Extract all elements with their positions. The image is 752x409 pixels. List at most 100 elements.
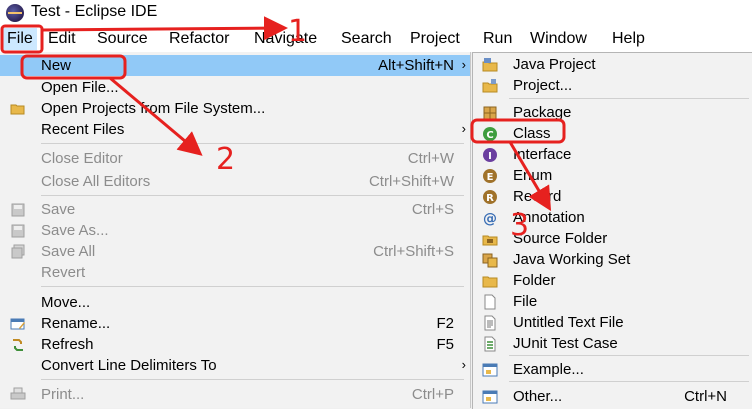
example-icon bbox=[482, 363, 498, 377]
submenu-item-class[interactable]: C Class bbox=[473, 123, 752, 144]
menu-item-save-all[interactable]: Save All Ctrl+Shift+S bbox=[0, 241, 470, 262]
annotation-step-3: 3 bbox=[510, 208, 530, 243]
menu-item-save-as[interactable]: Save As... bbox=[0, 220, 470, 241]
menu-refactor[interactable]: Refactor bbox=[169, 30, 229, 48]
menu-help[interactable]: Help bbox=[612, 30, 645, 48]
other-icon bbox=[482, 390, 498, 404]
submenu-item-other[interactable]: Other... Ctrl+N bbox=[473, 386, 752, 407]
text-file-icon bbox=[484, 315, 496, 331]
menu-edit[interactable]: Edit bbox=[48, 30, 76, 48]
print-icon bbox=[10, 387, 26, 400]
menu-item-label: Save As... bbox=[41, 222, 109, 239]
submenu-item-label: Package bbox=[513, 104, 572, 121]
menu-separator bbox=[509, 98, 749, 99]
submenu-item-interface[interactable]: I Interface bbox=[473, 144, 752, 165]
folder-icon bbox=[482, 276, 498, 288]
menu-item-open-projects[interactable]: Open Projects from File System... bbox=[0, 98, 470, 119]
menu-item-label: Open File... bbox=[41, 79, 119, 96]
menu-item-revert[interactable]: Revert bbox=[0, 262, 470, 283]
svg-text:I: I bbox=[488, 151, 492, 162]
shortcut-label: Ctrl+Shift+S bbox=[373, 243, 454, 260]
submenu-item-record[interactable]: R Record bbox=[473, 186, 752, 207]
shortcut-label: F5 bbox=[436, 336, 454, 353]
submenu-item-java-working-set[interactable]: Java Working Set bbox=[473, 249, 752, 270]
annotation-step-1: 1 bbox=[288, 14, 308, 49]
submenu-item-label: File bbox=[513, 293, 538, 310]
submenu-item-java-project[interactable]: Java Project bbox=[473, 54, 752, 75]
shortcut-label: Alt+Shift+N bbox=[378, 57, 454, 74]
submenu-item-label: Interface bbox=[513, 146, 572, 163]
file-menu: New Alt+Shift+N › Open File... Open Proj… bbox=[0, 52, 471, 408]
menu-item-convert-line-delimiters[interactable]: Convert Line Delimiters To › bbox=[0, 355, 470, 376]
window-title: Test - Eclipse IDE bbox=[31, 3, 158, 20]
svg-text:@: @ bbox=[483, 211, 497, 226]
save-all-icon bbox=[11, 244, 25, 259]
menu-item-save[interactable]: Save Ctrl+S bbox=[0, 199, 470, 220]
submenu-item-untitled-text-file[interactable]: Untitled Text File bbox=[473, 312, 752, 333]
submenu-item-project[interactable]: Project... bbox=[473, 75, 752, 96]
menu-search[interactable]: Search bbox=[341, 30, 392, 48]
menu-run[interactable]: Run bbox=[483, 30, 512, 48]
submenu-arrow-icon: › bbox=[461, 357, 466, 372]
folder-icon bbox=[10, 104, 25, 115]
shortcut-label: Ctrl+P bbox=[411, 386, 454, 403]
menu-item-print[interactable]: Print... Ctrl+P bbox=[0, 384, 470, 405]
menu-file[interactable]: File bbox=[3, 28, 37, 50]
save-icon bbox=[11, 203, 25, 217]
submenu-item-file[interactable]: File bbox=[473, 291, 752, 312]
submenu-item-label: Record bbox=[513, 188, 562, 205]
java-project-icon bbox=[482, 58, 498, 72]
submenu-item-folder[interactable]: Folder bbox=[473, 270, 752, 291]
submenu-arrow-icon: › bbox=[461, 121, 466, 136]
submenu-item-enum[interactable]: E Enum bbox=[473, 165, 752, 186]
menu-item-new[interactable]: New Alt+Shift+N › bbox=[0, 55, 470, 76]
submenu-item-label: Example... bbox=[513, 361, 584, 378]
menu-separator bbox=[41, 379, 464, 380]
menu-item-label: Refresh bbox=[41, 336, 94, 353]
menu-item-rename[interactable]: Rename... F2 bbox=[0, 313, 470, 334]
submenu-item-package[interactable]: Package bbox=[473, 102, 752, 123]
menu-item-label: Print... bbox=[41, 386, 85, 403]
shortcut-label: Ctrl+N bbox=[684, 388, 727, 405]
menu-window[interactable]: Window bbox=[530, 30, 587, 48]
menu-project[interactable]: Project bbox=[410, 30, 460, 48]
working-set-icon bbox=[482, 253, 498, 268]
menu-item-label: Save All bbox=[41, 243, 96, 260]
menu-item-open-file[interactable]: Open File... bbox=[0, 77, 470, 98]
submenu-arrow-icon: › bbox=[461, 57, 466, 72]
file-icon bbox=[484, 294, 496, 310]
shortcut-label: Ctrl+W bbox=[407, 150, 454, 167]
record-icon: R bbox=[483, 190, 497, 204]
eclipse-logo-icon bbox=[6, 4, 24, 22]
submenu-item-label: Java Project bbox=[513, 56, 596, 73]
interface-icon: I bbox=[483, 148, 497, 162]
menu-item-label: Close All Editors bbox=[41, 173, 151, 190]
source-folder-icon bbox=[482, 235, 498, 246]
menu-item-label: Revert bbox=[41, 264, 86, 281]
submenu-item-label: Untitled Text File bbox=[513, 314, 624, 331]
submenu-item-label: Other... bbox=[513, 388, 563, 405]
submenu-item-label: Folder bbox=[513, 272, 556, 289]
menu-item-label: Rename... bbox=[41, 315, 111, 332]
menu-item-label: Convert Line Delimiters To bbox=[41, 357, 217, 374]
menu-item-recent-files[interactable]: Recent Files › bbox=[0, 119, 470, 140]
menu-item-move[interactable]: Move... bbox=[0, 292, 470, 313]
submenu-item-example[interactable]: Example... bbox=[473, 359, 752, 380]
submenu-item-label: Enum bbox=[513, 167, 553, 184]
rename-icon bbox=[10, 318, 25, 330]
menu-source[interactable]: Source bbox=[97, 30, 148, 48]
menu-bar: File Edit Source Refactor Navigate Searc… bbox=[0, 26, 752, 52]
package-icon bbox=[483, 106, 497, 120]
enum-icon: E bbox=[483, 169, 497, 183]
menu-navigate[interactable]: Navigate bbox=[254, 30, 317, 48]
submenu-item-label: Project... bbox=[513, 77, 573, 94]
submenu-item-junit-test-case[interactable]: JUnit Test Case bbox=[473, 333, 752, 354]
save-as-icon bbox=[11, 224, 25, 238]
title-bar: Test - Eclipse IDE bbox=[0, 0, 752, 26]
menu-item-label: Open Projects from File System... bbox=[41, 100, 266, 117]
refresh-icon bbox=[13, 339, 23, 351]
project-icon bbox=[482, 79, 498, 93]
menu-separator bbox=[509, 355, 749, 356]
svg-text:E: E bbox=[487, 172, 494, 183]
menu-item-refresh[interactable]: Refresh F5 bbox=[0, 334, 470, 355]
